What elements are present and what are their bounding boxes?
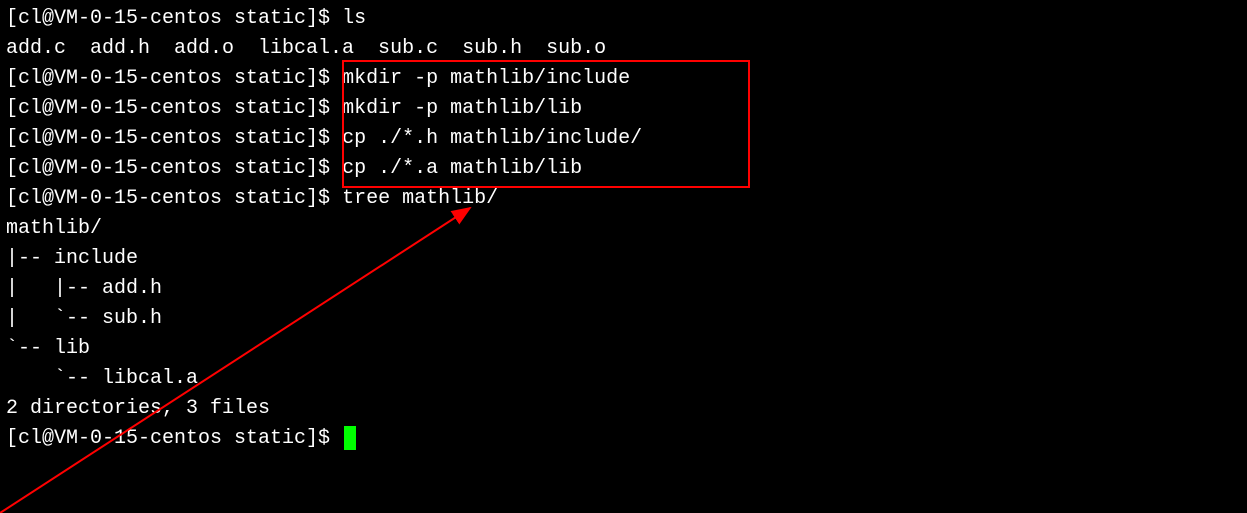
shell-prompt: [cl@VM-0-15-centos static]$ xyxy=(6,427,342,450)
terminal-line: 2 directories, 3 files xyxy=(6,394,1241,424)
terminal-line: [cl@VM-0-15-centos static]$ mkdir -p mat… xyxy=(6,64,1241,94)
shell-command: mkdir -p mathlib/lib xyxy=(342,97,582,120)
shell-output: |-- include xyxy=(6,247,138,270)
terminal-line: | |-- add.h xyxy=(6,274,1241,304)
shell-output: `-- lib xyxy=(6,337,90,360)
shell-output: | `-- sub.h xyxy=(6,307,162,330)
shell-prompt: [cl@VM-0-15-centos static]$ xyxy=(6,67,342,90)
shell-output: 2 directories, 3 files xyxy=(6,397,270,420)
shell-prompt: [cl@VM-0-15-centos static]$ xyxy=(6,97,342,120)
terminal-line: `-- lib xyxy=(6,334,1241,364)
shell-output: mathlib/ xyxy=(6,217,102,240)
shell-command: cp ./*.a mathlib/lib xyxy=(342,157,582,180)
terminal-line: | `-- sub.h xyxy=(6,304,1241,334)
shell-prompt: [cl@VM-0-15-centos static]$ xyxy=(6,7,342,30)
terminal-line: [cl@VM-0-15-centos static]$ ls xyxy=(6,4,1241,34)
terminal-line: add.c add.h add.o libcal.a sub.c sub.h s… xyxy=(6,34,1241,64)
terminal-line: [cl@VM-0-15-centos static]$ xyxy=(6,424,1241,454)
shell-output: add.c add.h add.o libcal.a sub.c sub.h s… xyxy=(6,37,606,60)
shell-command: mkdir -p mathlib/include xyxy=(342,67,630,90)
terminal-window[interactable]: [cl@VM-0-15-centos static]$ ls add.c add.… xyxy=(6,4,1241,454)
shell-prompt: [cl@VM-0-15-centos static]$ xyxy=(6,187,342,210)
terminal-line: [cl@VM-0-15-centos static]$ cp ./*.h mat… xyxy=(6,124,1241,154)
cursor-block[interactable] xyxy=(344,426,356,450)
terminal-line: [cl@VM-0-15-centos static]$ cp ./*.a mat… xyxy=(6,154,1241,184)
terminal-line: `-- libcal.a xyxy=(6,364,1241,394)
shell-prompt: [cl@VM-0-15-centos static]$ xyxy=(6,127,342,150)
shell-output: `-- libcal.a xyxy=(6,367,198,390)
shell-prompt: [cl@VM-0-15-centos static]$ xyxy=(6,157,342,180)
terminal-line: [cl@VM-0-15-centos static]$ mkdir -p mat… xyxy=(6,94,1241,124)
shell-command: ls xyxy=(342,7,366,30)
terminal-line: mathlib/ xyxy=(6,214,1241,244)
shell-output: | |-- add.h xyxy=(6,277,162,300)
terminal-line: |-- include xyxy=(6,244,1241,274)
shell-command: cp ./*.h mathlib/include/ xyxy=(342,127,642,150)
shell-command: tree mathlib/ xyxy=(342,187,498,210)
terminal-line: [cl@VM-0-15-centos static]$ tree mathlib… xyxy=(6,184,1241,214)
